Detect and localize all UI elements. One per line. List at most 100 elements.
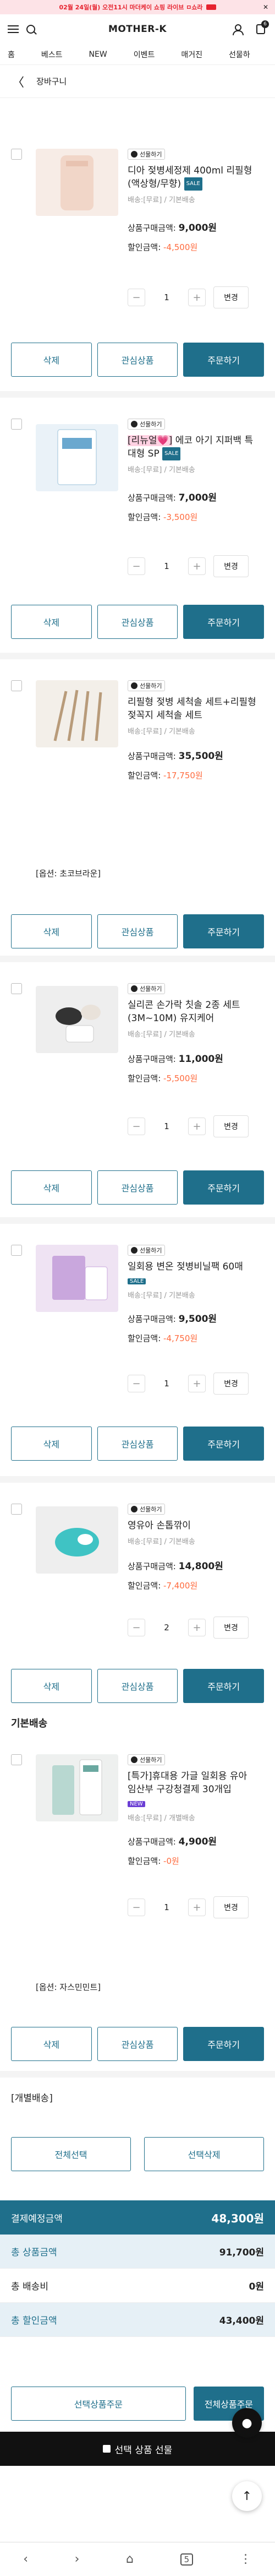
change-button[interactable]: 변경 bbox=[213, 1115, 249, 1137]
product-image[interactable] bbox=[36, 149, 118, 216]
order-button[interactable]: 주문하기 bbox=[183, 1170, 265, 1205]
delete-selected-button[interactable]: 선택삭제 bbox=[144, 2137, 264, 2171]
plus-button[interactable]: + bbox=[188, 1375, 206, 1392]
tabs-icon[interactable]: 5 bbox=[180, 2553, 194, 2566]
product-name[interactable]: 실리콘 손가락 칫솔 2종 세트 (3M~10M) 유지케어 bbox=[128, 999, 258, 1025]
price-label: 상품구매금액: bbox=[128, 223, 179, 233]
forward-arrow-icon[interactable]: › bbox=[75, 2552, 80, 2566]
plus-button[interactable]: + bbox=[188, 289, 206, 306]
nav-item[interactable]: 매거진 bbox=[181, 49, 202, 60]
delete-button[interactable]: 삭제 bbox=[11, 605, 92, 639]
order-selected-button[interactable]: 선택상품주문 bbox=[11, 2387, 186, 2421]
product-image[interactable] bbox=[36, 1754, 118, 1821]
delete-button[interactable]: 삭제 bbox=[11, 914, 92, 948]
minus-button[interactable]: − bbox=[128, 1899, 145, 1916]
order-button[interactable]: 주문하기 bbox=[183, 1669, 265, 1703]
product-image[interactable] bbox=[36, 986, 118, 1053]
product-name[interactable]: 일회용 변온 젖병비닐팩 60매 bbox=[128, 1260, 258, 1273]
minus-button[interactable]: − bbox=[128, 1375, 145, 1392]
back-arrow-icon[interactable]: ‹ bbox=[23, 2552, 28, 2566]
change-button[interactable]: 변경 bbox=[213, 286, 249, 308]
wishlist-button[interactable]: 관심상품 bbox=[97, 343, 178, 377]
wishlist-button[interactable]: 관심상품 bbox=[97, 605, 178, 639]
minus-button[interactable]: − bbox=[128, 1619, 145, 1636]
quantity-value[interactable]: 2 bbox=[145, 1623, 188, 1633]
user-icon[interactable] bbox=[232, 24, 244, 35]
wishlist-button[interactable]: 관심상품 bbox=[97, 2027, 178, 2061]
divider bbox=[0, 956, 275, 962]
site-logo[interactable]: MOTHER-K bbox=[108, 24, 167, 35]
product-name[interactable]: 디아 젖병세정제 400ml 리필형 (액상형/무향) SALE bbox=[128, 164, 258, 191]
quantity-value[interactable]: 1 bbox=[145, 292, 188, 302]
quantity-value[interactable]: 1 bbox=[145, 561, 188, 571]
product-image[interactable] bbox=[36, 1506, 118, 1574]
wishlist-button[interactable]: 관심상품 bbox=[97, 1170, 178, 1205]
product-image[interactable] bbox=[36, 680, 118, 747]
divider bbox=[0, 1217, 275, 1224]
plus-button[interactable]: + bbox=[188, 1899, 206, 1916]
item-checkbox[interactable] bbox=[11, 680, 22, 691]
cart-icon[interactable]: 6 bbox=[256, 20, 269, 34]
total-discount-row[interactable]: 총 할인금액 43,400원 bbox=[0, 2303, 275, 2337]
change-button[interactable]: 변경 bbox=[213, 1896, 249, 1918]
item-checkbox[interactable] bbox=[11, 149, 22, 160]
wishlist-button[interactable]: 관심상품 bbox=[97, 1427, 178, 1461]
search-icon[interactable] bbox=[26, 25, 35, 34]
item-checkbox[interactable] bbox=[11, 1754, 22, 1765]
delete-button[interactable]: 삭제 bbox=[11, 1170, 92, 1205]
delete-button[interactable]: 삭제 bbox=[11, 2027, 92, 2061]
quantity-value[interactable]: 1 bbox=[145, 1902, 188, 1912]
order-button[interactable]: 주문하기 bbox=[183, 2027, 265, 2061]
delete-button[interactable]: 삭제 bbox=[11, 1669, 92, 1703]
minus-button[interactable]: − bbox=[128, 289, 145, 306]
gift-selected-button[interactable]: 선택 상품 선물 bbox=[0, 2432, 275, 2466]
item-checkbox[interactable] bbox=[11, 983, 22, 994]
change-button[interactable]: 변경 bbox=[213, 1373, 249, 1395]
minus-button[interactable]: − bbox=[128, 1118, 145, 1135]
close-icon[interactable]: ✕ bbox=[263, 3, 268, 11]
promo-banner[interactable]: 02월 24일(월) 오전11시 마더케이 쇼핑 라이브 ㅁ쇼라 ✕ bbox=[0, 0, 275, 14]
order-button[interactable]: 주문하기 bbox=[183, 605, 265, 639]
item-checkbox[interactable] bbox=[11, 1245, 22, 1256]
select-all-button[interactable]: 전체선택 bbox=[11, 2137, 131, 2171]
product-image[interactable] bbox=[36, 1245, 118, 1312]
order-button[interactable]: 주문하기 bbox=[183, 1427, 265, 1461]
quantity-value[interactable]: 1 bbox=[145, 1121, 188, 1131]
more-icon[interactable]: ⋮ bbox=[240, 2552, 252, 2566]
menu-icon[interactable] bbox=[8, 25, 19, 33]
product-name[interactable]: 리필형 젖병 세척솔 세트+리필형 젖꼭지 세척솔 세트 bbox=[128, 696, 258, 722]
product-name[interactable]: [특가]휴대용 가글 일회용 유아 임산부 구강청결제 30개입 bbox=[128, 1770, 258, 1796]
delete-button[interactable]: 삭제 bbox=[11, 343, 92, 377]
nav-item[interactable]: NEW bbox=[89, 50, 107, 59]
chat-icon[interactable]: ● bbox=[232, 2408, 262, 2438]
plus-button[interactable]: + bbox=[188, 1118, 206, 1135]
nav-item[interactable]: 선물하 bbox=[229, 49, 250, 60]
product-name[interactable]: 영유아 손톱깎이 bbox=[128, 1519, 258, 1532]
scroll-top-icon[interactable]: ↑ bbox=[232, 2481, 262, 2511]
back-icon[interactable]: 〈 bbox=[12, 73, 24, 90]
price-line: 상품구매금액: 14,800원 bbox=[128, 1558, 258, 1572]
delete-button[interactable]: 삭제 bbox=[11, 1427, 92, 1461]
product-name[interactable]: [리뉴얼💗] 에코 아기 지퍼백 특대형 SP SALE bbox=[128, 434, 258, 460]
change-button[interactable]: 변경 bbox=[213, 555, 249, 577]
item-checkbox[interactable] bbox=[11, 1504, 22, 1515]
order-button[interactable]: 주문하기 bbox=[183, 914, 265, 948]
order-button[interactable]: 주문하기 bbox=[183, 343, 265, 377]
section-basic-shipping: 기본배송 bbox=[11, 1718, 48, 1729]
wishlist-button[interactable]: 관심상품 bbox=[97, 914, 178, 948]
quantity-value[interactable]: 1 bbox=[145, 1379, 188, 1389]
gift-badge-label: 선물하기 bbox=[140, 1247, 162, 1254]
gift-badge: 선물하기 bbox=[128, 419, 166, 430]
minus-button[interactable]: − bbox=[128, 557, 145, 575]
change-button[interactable]: 변경 bbox=[213, 1617, 249, 1639]
nav-item[interactable]: 이벤트 bbox=[134, 49, 155, 60]
nav-item[interactable]: 베스트 bbox=[41, 49, 63, 60]
plus-button[interactable]: + bbox=[188, 557, 206, 575]
item-checkbox[interactable] bbox=[11, 419, 22, 430]
price-value: 11,000원 bbox=[178, 1054, 223, 1065]
home-icon[interactable]: ⌂ bbox=[126, 2552, 134, 2566]
product-image[interactable] bbox=[36, 424, 118, 491]
wishlist-button[interactable]: 관심상품 bbox=[97, 1669, 178, 1703]
nav-item[interactable]: 홈 bbox=[8, 49, 15, 60]
plus-button[interactable]: + bbox=[188, 1619, 206, 1636]
